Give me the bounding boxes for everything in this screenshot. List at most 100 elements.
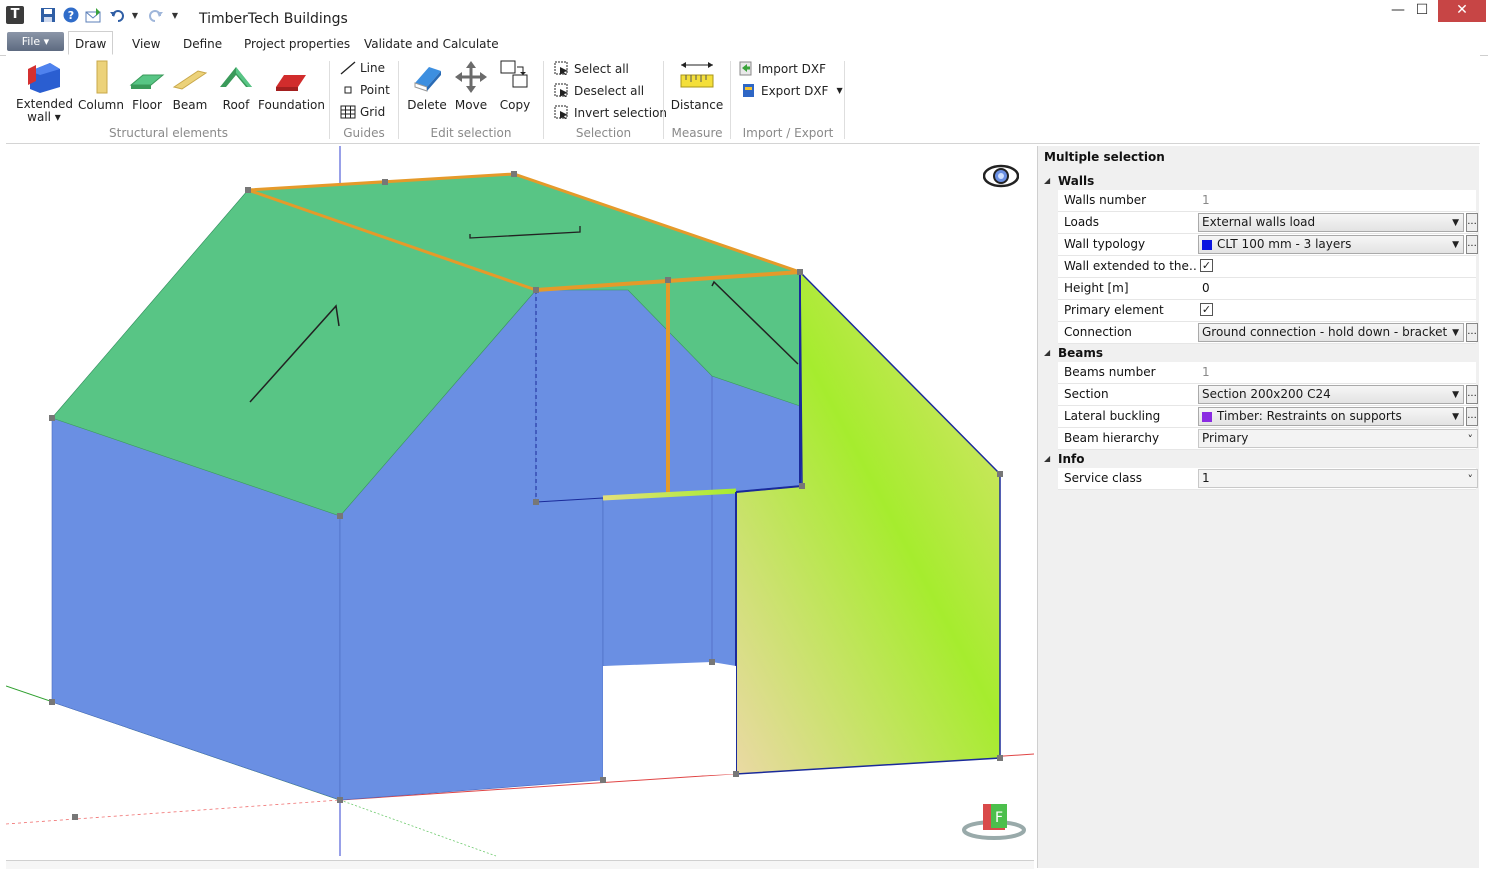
visibility-eye-icon[interactable]	[982, 163, 1020, 192]
prop-name: Walls number	[1058, 190, 1202, 212]
primary-element-checkbox[interactable]: ✓	[1200, 303, 1213, 316]
prop-row: Connection Ground connection - hold down…	[1038, 322, 1479, 344]
wall-typology-dropdown[interactable]: CLT 100 mm - 3 layers ▼	[1198, 235, 1464, 254]
view-cube-icon[interactable]: F	[961, 802, 1027, 847]
prop-row: Wall typology CLT 100 mm - 3 layers ▼ ...	[1038, 234, 1479, 256]
undo-icon[interactable]	[107, 5, 127, 25]
line-icon	[340, 61, 356, 75]
chevron-down-icon: ▼	[1452, 390, 1459, 400]
loads-ellipsis-button[interactable]: ...	[1466, 213, 1478, 232]
column-button[interactable]: Column	[78, 59, 124, 112]
category-beams[interactable]: Beams	[1038, 344, 1479, 362]
ribbon-separator	[730, 61, 731, 139]
3d-viewport[interactable]: F	[6, 146, 1034, 858]
deselect-all-button[interactable]: Deselect all	[554, 83, 644, 98]
y-axis-ext	[339, 799, 497, 857]
height-input[interactable]: 0	[1198, 281, 1210, 295]
window-title: TimberTech Buildings	[199, 11, 348, 27]
group-label-measure: Measure	[671, 126, 723, 140]
service-class-value: 1	[1202, 471, 1210, 485]
tab-validate-calculate[interactable]: Validate and Calculate	[358, 32, 505, 54]
loads-dropdown[interactable]: External walls load ▼	[1198, 213, 1464, 232]
invert-selection-label: Invert selection	[574, 105, 668, 120]
app-logo-icon: T	[6, 6, 24, 24]
ruler-icon	[680, 62, 714, 88]
chevron-down-icon: ▼	[1452, 412, 1459, 422]
roof-label: Roof	[222, 98, 250, 112]
tab-draw[interactable]: Draw	[68, 31, 114, 55]
title-bar: T ? ▼ ▼ TimberTech Buildings — ☐ ✕	[0, 0, 1488, 30]
lateral-buckling-ellipsis-button[interactable]: ...	[1466, 407, 1478, 426]
save-icon[interactable]	[38, 5, 58, 25]
undo-dropdown-icon[interactable]: ▼	[130, 5, 140, 25]
connection-ellipsis-button[interactable]: ...	[1466, 323, 1478, 342]
deselect-all-label: Deselect all	[574, 83, 645, 98]
wall-typology-value: CLT 100 mm - 3 layers	[1217, 237, 1352, 251]
category-walls[interactable]: Walls	[1038, 172, 1479, 190]
tab-define[interactable]: Define	[177, 32, 228, 54]
prop-row: Lateral buckling Timber: Restraints on s…	[1038, 406, 1479, 428]
connection-dropdown[interactable]: Ground connection - hold down - bracket ▼	[1198, 323, 1464, 342]
select-all-button[interactable]: Select all	[554, 61, 629, 76]
invert-selection-icon	[554, 105, 568, 119]
lateral-buckling-dropdown[interactable]: Timber: Restraints on supports ▼	[1198, 407, 1464, 426]
close-button[interactable]: ✕	[1438, 0, 1486, 22]
3d-model-canvas[interactable]	[6, 146, 1034, 858]
invert-selection-button[interactable]: Invert selection	[554, 105, 667, 120]
guide-line-label: Line	[360, 61, 386, 75]
loads-value: External walls load	[1202, 215, 1316, 229]
svg-text:?: ?	[68, 9, 74, 22]
tab-project-properties[interactable]: Project properties	[238, 32, 356, 54]
wall-extended-checkbox[interactable]: ✓	[1200, 259, 1213, 272]
group-label-selection: Selection	[575, 126, 632, 140]
axis-node	[72, 814, 78, 820]
prop-row: Height [m] 0	[1038, 278, 1479, 300]
help-icon[interactable]: ?	[61, 5, 81, 25]
move-button[interactable]: Move	[450, 59, 492, 112]
floor-label: Floor	[132, 98, 162, 112]
service-class-combo[interactable]: 1 ˅	[1198, 469, 1478, 488]
copy-label: Copy	[499, 98, 531, 112]
roof-icon	[220, 67, 252, 87]
x-axis-ext	[6, 799, 341, 825]
opening-wall[interactable]	[602, 491, 737, 667]
foundation-button[interactable]: Foundation	[258, 59, 325, 112]
copy-button[interactable]: Copy	[494, 59, 536, 112]
section-ellipsis-button[interactable]: ...	[1466, 385, 1478, 404]
wall-typology-ellipsis-button[interactable]: ...	[1466, 235, 1478, 254]
file-menu-button[interactable]: File ▾	[7, 32, 64, 51]
column-icon	[96, 60, 108, 94]
redo-icon[interactable]	[146, 5, 166, 25]
distance-button[interactable]: Distance	[670, 59, 724, 112]
property-grid: Walls Walls number 1 Loads External wall…	[1038, 172, 1479, 490]
prop-name: Section	[1058, 384, 1202, 406]
export-mail-icon[interactable]	[84, 5, 104, 25]
properties-title: Multiple selection	[1044, 150, 1165, 164]
roof-button[interactable]: Roof	[214, 59, 258, 112]
extended-wall-button[interactable]: Extended wall ▾	[16, 59, 73, 124]
guide-grid-button[interactable]: Grid	[340, 105, 385, 119]
guide-line-button[interactable]: Line	[340, 61, 385, 75]
qat-customize-icon[interactable]: ▼	[170, 5, 180, 25]
delete-button[interactable]: Delete	[406, 59, 448, 112]
foundation-icon	[276, 75, 306, 91]
beam-hierarchy-combo[interactable]: Primary ˅	[1198, 429, 1478, 448]
import-dxf-button[interactable]: Import DXF	[738, 61, 826, 76]
properties-panel: Multiple selection Walls Walls number 1 …	[1037, 146, 1479, 868]
beam-button[interactable]: Beam	[168, 59, 212, 112]
category-info[interactable]: Info	[1038, 450, 1479, 468]
viewport-scrollbar[interactable]	[6, 860, 1034, 869]
prop-row: Beam hierarchy Primary ˅	[1038, 428, 1479, 450]
group-label-import-export: Import / Export	[742, 126, 834, 140]
floor-button[interactable]: Floor	[126, 59, 168, 112]
section-dropdown[interactable]: Section 200x200 C24 ▼	[1198, 385, 1464, 404]
export-dxf-button[interactable]: Export DXF ▼	[741, 83, 843, 98]
beams-number-value: 1	[1202, 365, 1210, 379]
delete-label: Delete	[407, 98, 447, 112]
guide-point-button[interactable]: Point	[340, 83, 390, 97]
extended-wall-label: Extended wall ▾	[16, 97, 73, 124]
tab-view[interactable]: View	[126, 32, 166, 54]
export-dropdown-icon[interactable]: ▼	[836, 86, 842, 95]
chevron-down-icon: ▼	[1452, 218, 1459, 228]
distance-label: Distance	[670, 98, 724, 112]
